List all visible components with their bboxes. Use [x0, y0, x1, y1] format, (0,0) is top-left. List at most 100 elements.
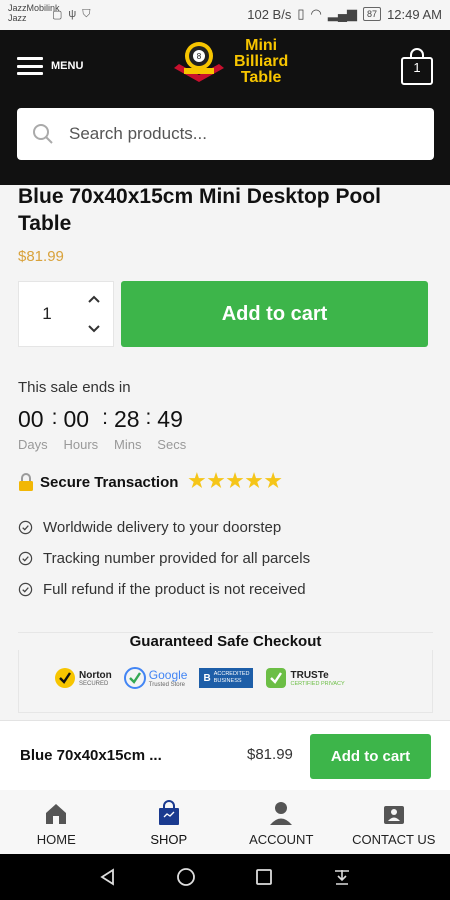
countdown-days-label: Days [18, 437, 48, 452]
system-navigation-bar [0, 854, 450, 900]
sticky-add-to-cart-button[interactable]: Add to cart [310, 734, 431, 779]
countdown-days: 00 Days [18, 404, 48, 452]
google-check-icon [123, 667, 146, 689]
countdown-mins-label: Mins [114, 437, 142, 452]
quantity-increase-button[interactable] [81, 288, 107, 310]
countdown-days-value: 00 [18, 406, 44, 432]
quantity-value[interactable]: 1 [19, 282, 75, 346]
google-text: Google [148, 668, 188, 682]
add-to-cart-button[interactable]: Add to cart [121, 281, 428, 347]
feature-text: Worldwide delivery to your doorstep [43, 519, 282, 536]
status-time: 12:49 AM [387, 6, 442, 22]
battery-indicator: 87 [363, 7, 382, 21]
nav-label-account: ACCOUNT [249, 832, 314, 847]
secure-transaction: Secure Transaction ★ ★ ★ ★ ★ [18, 472, 282, 492]
logo-line-1: Mini [245, 37, 278, 54]
bottom-navigation: HOME SHOP ACCOUNT CONTACT US [0, 790, 450, 854]
norton-check-icon [55, 668, 75, 688]
truste-check-icon [266, 668, 287, 688]
countdown-hours-value: 00 [63, 406, 90, 432]
list-item: Tracking number provided for all parcels [18, 543, 310, 574]
back-icon[interactable] [98, 867, 118, 887]
rating-stars: ★ ★ ★ ★ ★ [188, 472, 281, 492]
chevron-up-icon [88, 295, 100, 303]
notifications-pull-icon[interactable] [332, 867, 352, 887]
nav-label-contact: CONTACT US [352, 832, 436, 847]
feature-text: Full refund if the product is not receiv… [43, 581, 306, 598]
cart-count: 1 [413, 60, 421, 75]
bbb-logo-icon: B [203, 672, 211, 684]
account-icon [270, 802, 293, 825]
sale-ends-label: This sale ends in [18, 379, 131, 396]
svg-text:8: 8 [197, 52, 202, 61]
countdown-secs-value: 49 [157, 406, 183, 432]
countdown-separator: : [102, 406, 108, 429]
nav-label-shop: SHOP [150, 832, 188, 847]
sticky-product-title: Blue 70x40x15cm ... [20, 747, 162, 764]
signal-icon: ▂▄▆ [327, 6, 358, 21]
check-circle-icon [18, 520, 33, 535]
logo-text: Mini Billiard Table [234, 38, 288, 86]
nav-item-account[interactable]: ACCOUNT [225, 790, 338, 854]
nav-item-shop[interactable]: SHOP [113, 790, 226, 854]
trust-badges: Norton SECURED Google Trusted Store B AC… [54, 667, 345, 689]
check-circle-icon [18, 582, 33, 597]
secure-transaction-label: Secure Transaction [40, 473, 179, 491]
search-icon[interactable] [31, 122, 55, 146]
star-icon: ★ [188, 471, 206, 492]
search-input[interactable] [69, 124, 389, 144]
site-logo[interactable]: 8 Mini Billiard Table [170, 38, 288, 86]
wifi-icon: ◠ [310, 6, 322, 21]
truste-badge: TRUSTe CERTIFIED PRIVACY [265, 667, 345, 689]
status-bar: JazzMobilink Jazz ▢ ψ ⛉ 102 B/s ▯ ◠ ▂▄▆ … [0, 0, 450, 30]
bbb-line-2: BUSINESS [213, 678, 242, 684]
norton-badge: Norton SECURED [54, 667, 112, 689]
countdown-mins-value: 28 [114, 406, 140, 432]
usb-icon: ψ [68, 8, 77, 20]
quantity-decrease-button[interactable] [81, 318, 107, 340]
vibrate-icon: ▯ [297, 6, 305, 21]
feature-text: Tracking number provided for all parcels [43, 550, 311, 567]
shield-icon: ⛉ [82, 8, 91, 20]
home-circle-icon[interactable] [176, 867, 196, 887]
logo-line-2: Billiard [234, 53, 289, 70]
bbb-line-1: ACCREDITED [213, 671, 250, 677]
safe-checkout-title: Guaranteed Safe Checkout [18, 633, 433, 650]
logo-line-3: Table [240, 69, 282, 86]
star-icon: ★ [207, 471, 225, 492]
countdown-hours-label: Hours [63, 437, 99, 452]
contact-icon [383, 806, 404, 824]
countdown-separator: : [145, 406, 152, 429]
home-icon [46, 804, 67, 824]
norton-text: Norton [79, 669, 112, 681]
lock-icon [19, 473, 33, 491]
feature-list: Worldwide delivery to your doorstep Trac… [18, 512, 310, 605]
countdown-secs: 49 Secs [157, 404, 186, 452]
hamburger-icon [17, 57, 43, 75]
search-bar [17, 108, 434, 160]
network-speed: 102 B/s [247, 6, 292, 22]
bbb-badge: B ACCREDITED BUSINESS [199, 668, 254, 688]
menu-button[interactable]: MENU [17, 57, 83, 75]
cart-button[interactable]: 1 [400, 48, 434, 86]
nav-item-contact[interactable]: CONTACT US [338, 790, 450, 854]
star-icon: ★ [245, 471, 263, 492]
site-header: MENU 8 Mini Billiard Table 1 [0, 30, 450, 185]
countdown-hours: 00 Hours [63, 404, 98, 452]
countdown-mins: 28 Mins [114, 404, 141, 452]
nav-label-home: HOME [36, 832, 76, 847]
recents-icon[interactable] [254, 867, 274, 887]
countdown-separator: : [51, 406, 58, 429]
notification-square-icon: ▢ [52, 9, 63, 21]
norton-subtext: SECURED [79, 680, 109, 687]
quantity-stepper: 1 [18, 281, 114, 347]
google-subtext: Trusted Store [148, 682, 185, 688]
google-trusted-badge: Google Trusted Store [123, 667, 188, 689]
nav-item-home[interactable]: HOME [0, 790, 113, 854]
status-right: 102 B/s ▯ ◠ ▂▄▆ 87 12:49 AM [247, 6, 442, 22]
list-item: Worldwide delivery to your doorstep [18, 512, 310, 543]
sticky-product-price: $81.99 [247, 746, 293, 763]
menu-label: MENU [51, 60, 84, 72]
safe-checkout-section: Guaranteed Safe Checkout Norton SECURED … [18, 632, 433, 713]
shop-bag-icon [158, 800, 179, 825]
